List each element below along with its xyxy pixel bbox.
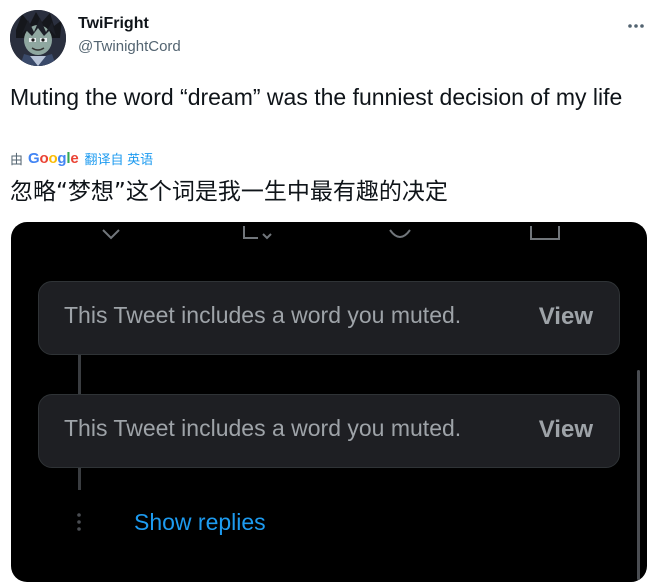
translation-attribution: 由 Google 翻译自 英语 (10, 148, 153, 168)
user-handle[interactable]: @TwinightCord (78, 38, 181, 55)
more-vertical-icon (77, 513, 81, 531)
view-button[interactable]: View (539, 303, 593, 331)
tweet-header: TwiFright @TwinightCord (10, 10, 650, 66)
translated-text: 忽略“梦想”这个词是我一生中最有趣的决定 (10, 179, 448, 205)
show-replies-link[interactable]: Show replies (134, 509, 266, 536)
share-icon (530, 226, 560, 240)
muted-message: This Tweet includes a word you muted. (64, 415, 462, 441)
tweet-media-image[interactable]: This Tweet includes a word you muted. Vi… (11, 222, 647, 582)
partial-action-icons (102, 226, 560, 240)
reply-icon (102, 229, 120, 240)
google-logo: Google (28, 149, 79, 167)
avatar[interactable] (10, 10, 66, 66)
muted-tweet-card: This Tweet includes a word you muted. Vi… (38, 281, 620, 355)
scrollbar[interactable] (637, 370, 640, 580)
like-icon (389, 229, 411, 238)
translated-by-label: 由 (10, 151, 24, 167)
translate-source-link[interactable]: 翻译自 英语 (85, 149, 154, 168)
muted-tweet-card: This Tweet includes a word you muted. Vi… (38, 394, 620, 468)
view-button[interactable]: View (539, 416, 593, 444)
tweet-text: Muting the word “dream” was the funniest… (10, 84, 623, 110)
thread-line (78, 468, 81, 490)
more-horizontal-icon (628, 24, 644, 28)
muted-message: This Tweet includes a word you muted. (64, 302, 462, 328)
avatar-image (10, 10, 66, 66)
thread-line (78, 354, 81, 394)
display-name[interactable]: TwiFright (78, 15, 149, 33)
retweet-icon (243, 226, 258, 239)
more-options-button[interactable] (626, 16, 646, 36)
